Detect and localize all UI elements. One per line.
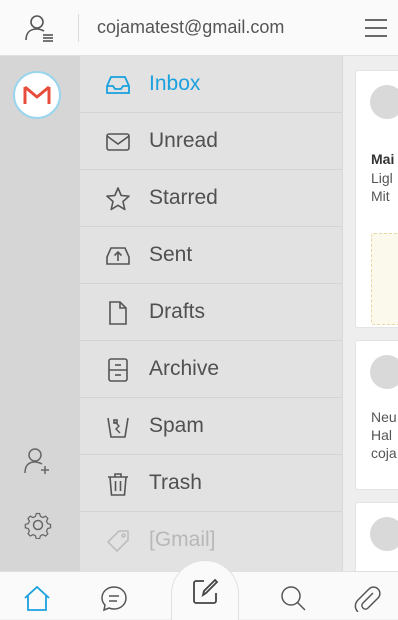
folder-sent[interactable]: Sent: [80, 227, 342, 284]
folder-unread[interactable]: Unread: [80, 113, 342, 170]
attachment-preview[interactable]: [371, 233, 398, 325]
folder-spam[interactable]: Spam: [80, 398, 342, 455]
folder-archive[interactable]: Archive: [80, 341, 342, 398]
tag-icon: [105, 528, 131, 554]
message-card[interactable]: [355, 502, 398, 571]
folder-label: Inbox: [149, 72, 201, 95]
gmail-icon: [23, 85, 51, 104]
message-line: coja: [371, 445, 397, 461]
folder-label: Unread: [149, 129, 218, 152]
message-card[interactable]: Neu Hal coja: [355, 340, 398, 490]
archive-icon: [105, 357, 131, 383]
sent-icon: [105, 243, 131, 269]
message-line: Mit: [371, 188, 390, 204]
account-list-icon[interactable]: [24, 14, 56, 42]
message-list: Mai Ligl Mit Neu Hal coja: [342, 56, 398, 571]
message-line: Neu: [371, 409, 397, 425]
account-email[interactable]: cojamatest@gmail.com: [97, 17, 284, 38]
search-icon[interactable]: [279, 584, 307, 612]
draft-icon: [105, 300, 131, 326]
settings-icon[interactable]: [24, 511, 52, 539]
message-sender: Mai: [371, 151, 395, 167]
folder-starred[interactable]: Starred: [80, 170, 342, 227]
folder-label: Spam: [149, 414, 204, 437]
attachment-icon[interactable]: [353, 584, 381, 612]
message-line: Hal: [371, 427, 393, 443]
folder-drafts[interactable]: Drafts: [80, 284, 342, 341]
sender-avatar: [370, 355, 398, 389]
home-icon[interactable]: [23, 584, 51, 612]
account-rail: [0, 56, 80, 571]
star-icon: [105, 186, 131, 212]
message-card[interactable]: Mai Ligl Mit: [355, 70, 398, 328]
top-bar: cojamatest@gmail.com: [0, 0, 398, 56]
folder-label: Trash: [149, 471, 202, 494]
folder-label: Starred: [149, 186, 218, 209]
trash-icon: [105, 471, 131, 497]
folder-trash[interactable]: Trash: [80, 455, 342, 512]
folder-label: [Gmail]: [149, 528, 216, 551]
spam-icon: [105, 414, 131, 440]
folder-label: Sent: [149, 243, 193, 266]
divider: [78, 14, 79, 42]
folder-label: Archive: [149, 357, 220, 380]
message-line: Ligl: [371, 170, 393, 186]
folder-inbox[interactable]: Inbox: [80, 56, 342, 113]
hamburger-menu-icon[interactable]: [364, 17, 388, 39]
chat-icon[interactable]: [100, 584, 128, 612]
gmail-account-avatar[interactable]: [13, 71, 61, 119]
compose-icon[interactable]: [191, 578, 219, 606]
inbox-icon: [105, 72, 131, 98]
folder-label: Drafts: [149, 300, 206, 323]
envelope-icon: [105, 129, 131, 155]
sender-avatar: [370, 85, 398, 119]
add-account-icon[interactable]: [23, 447, 53, 475]
sender-avatar: [370, 517, 398, 551]
folder-list: Inbox Unread Starred Sent Drafts Archive…: [80, 56, 342, 571]
